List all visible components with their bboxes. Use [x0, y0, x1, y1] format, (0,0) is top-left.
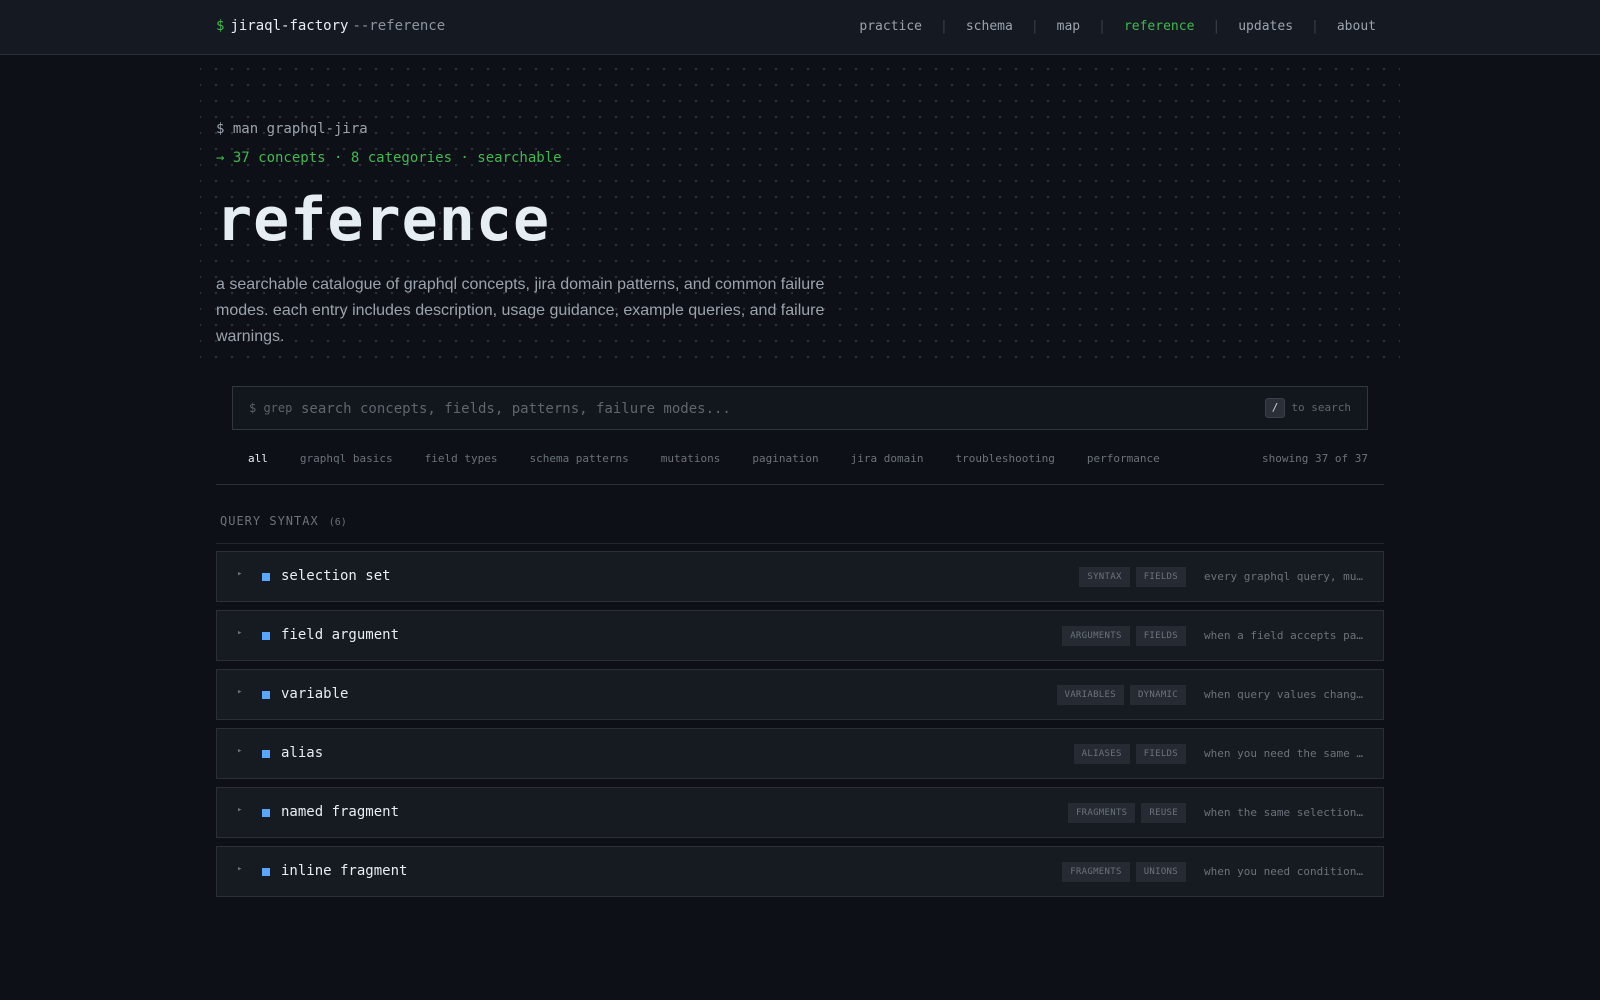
- tag-badge: SYNTAX: [1079, 567, 1130, 587]
- concept-name: field argument: [281, 627, 400, 643]
- concept-name: alias: [281, 745, 324, 761]
- page-description: a searchable catalogue of graphql concep…: [216, 276, 825, 345]
- concept-list: ▸ selection set SYNTAX FIELDS every grap…: [216, 551, 1384, 905]
- category-filters: all graphql basics field types schema pa…: [232, 449, 1176, 468]
- search-input[interactable]: [301, 397, 1201, 421]
- nav-reference[interactable]: reference: [1124, 19, 1194, 34]
- nav-about[interactable]: about: [1337, 19, 1376, 34]
- tag-badge: FRAGMENTS: [1067, 803, 1136, 823]
- filter-mutations[interactable]: mutations: [645, 449, 737, 468]
- concept-tags: ARGUMENTS FIELDS: [1062, 626, 1186, 646]
- result-count: showing 37 of 37: [1262, 452, 1368, 465]
- concept-row[interactable]: ▸ selection set SYNTAX FIELDS every grap…: [216, 551, 1384, 602]
- filter-pagination[interactable]: pagination: [736, 449, 834, 468]
- tag-badge: ALIASES: [1073, 744, 1130, 764]
- tag-badge: UNIONS: [1135, 862, 1186, 882]
- caret-right-icon[interactable]: ▸: [237, 805, 242, 815]
- caret-right-icon[interactable]: ▸: [237, 569, 242, 579]
- tag-badge: FRAGMENTS: [1062, 862, 1130, 882]
- square-marker-icon: [262, 691, 270, 699]
- stats-line: → 37 concepts · 8 categories · searchabl…: [216, 150, 562, 166]
- concept-summary: when you need the same …: [1204, 747, 1363, 760]
- divider: [216, 484, 1384, 485]
- square-marker-icon: [262, 868, 270, 876]
- concept-tags: SYNTAX FIELDS: [1079, 567, 1186, 587]
- filter-jira-domain[interactable]: jira domain: [835, 449, 940, 468]
- concept-tags: FRAGMENTS REUSE: [1067, 803, 1186, 823]
- square-marker-icon: [262, 750, 270, 758]
- concept-row[interactable]: ▸ named fragment FRAGMENTS REUSE when th…: [216, 787, 1384, 838]
- nav-separator: |: [1212, 19, 1221, 34]
- main-nav: practice | schema | map | reference | up…: [859, 19, 1376, 34]
- section-title: QUERY SYNTAX: [220, 514, 319, 528]
- concept-row[interactable]: ▸ variable VARIABLES DYNAMIC when query …: [216, 669, 1384, 720]
- tag-badge: DYNAMIC: [1129, 685, 1186, 705]
- search-box: $ grep / to search: [232, 386, 1368, 430]
- nav-updates[interactable]: updates: [1238, 19, 1293, 34]
- concept-tags: VARIABLES DYNAMIC: [1056, 685, 1186, 705]
- filter-graphql-basics[interactable]: graphql basics: [284, 449, 409, 468]
- top-bar: $ jiraql-factory --reference practice | sc…: [0, 0, 1600, 55]
- nav-map[interactable]: map: [1057, 19, 1080, 34]
- filter-performance[interactable]: performance: [1071, 449, 1176, 468]
- concept-name: selection set: [281, 568, 391, 584]
- concept-summary: when query values chang…: [1204, 688, 1363, 701]
- divider: [216, 543, 1384, 544]
- nav-separator: |: [1311, 19, 1319, 34]
- nav-separator: |: [940, 19, 948, 34]
- brand[interactable]: $ jiraql-factory --reference: [216, 18, 445, 34]
- concept-summary: when a field accepts pa…: [1204, 629, 1363, 642]
- caret-right-icon[interactable]: ▸: [237, 687, 242, 697]
- tag-badge: ARGUMENTS: [1062, 626, 1130, 646]
- prompt-symbol: $: [216, 18, 225, 34]
- concept-summary: when the same selection…: [1204, 806, 1363, 819]
- concept-name: inline fragment: [281, 863, 408, 879]
- slash-key-badge: /: [1265, 398, 1285, 418]
- tag-badge: REUSE: [1141, 803, 1186, 823]
- concept-name: variable: [281, 686, 349, 702]
- concept-tags: FRAGMENTS UNIONS: [1062, 862, 1186, 882]
- concept-summary: when you need condition…: [1204, 865, 1363, 878]
- tag-badge: VARIABLES: [1056, 685, 1124, 705]
- caret-right-icon[interactable]: ▸: [237, 746, 242, 756]
- hero: $ man graphql-jira → 37 concepts · 8 cat…: [200, 55, 1400, 360]
- concept-row[interactable]: ▸ inline fragment FRAGMENTS UNIONS when …: [216, 846, 1384, 897]
- square-marker-icon: [262, 809, 270, 817]
- brand-name: jiraql-factory: [230, 18, 349, 34]
- search-prefix: $ grep: [249, 401, 293, 415]
- concept-row[interactable]: ▸ alias ALIASES FIELDS when you need the…: [216, 728, 1384, 779]
- concept-name: named fragment: [281, 804, 400, 820]
- nav-separator: |: [1098, 19, 1106, 34]
- section-count: (6): [328, 517, 347, 528]
- tag-badge: FIELDS: [1135, 744, 1186, 764]
- filter-field-types[interactable]: field types: [409, 449, 514, 468]
- square-marker-icon: [262, 632, 270, 640]
- tag-badge: FIELDS: [1135, 567, 1186, 587]
- nav-separator: |: [1030, 19, 1039, 34]
- concept-tags: ALIASES FIELDS: [1073, 744, 1186, 764]
- nav-practice[interactable]: practice: [859, 19, 922, 34]
- tag-badge: FIELDS: [1135, 626, 1186, 646]
- caret-right-icon[interactable]: ▸: [237, 864, 242, 874]
- square-marker-icon: [262, 573, 270, 581]
- search-shortcut-hint: to search: [1291, 401, 1351, 414]
- filter-troubleshooting[interactable]: troubleshooting: [940, 449, 1071, 468]
- man-command: $ man graphql-jira: [216, 121, 368, 137]
- nav-schema[interactable]: schema: [966, 19, 1013, 34]
- concept-row[interactable]: ▸ field argument ARGUMENTS FIELDS when a…: [216, 610, 1384, 661]
- filter-all[interactable]: all: [232, 449, 284, 468]
- concept-summary: every graphql query, mu…: [1204, 570, 1363, 583]
- page-title: reference: [216, 185, 551, 255]
- brand-suffix: --reference: [352, 18, 446, 34]
- section-header: QUERY SYNTAX (6): [220, 514, 347, 528]
- filter-schema-patterns[interactable]: schema patterns: [513, 449, 644, 468]
- caret-right-icon[interactable]: ▸: [237, 628, 242, 638]
